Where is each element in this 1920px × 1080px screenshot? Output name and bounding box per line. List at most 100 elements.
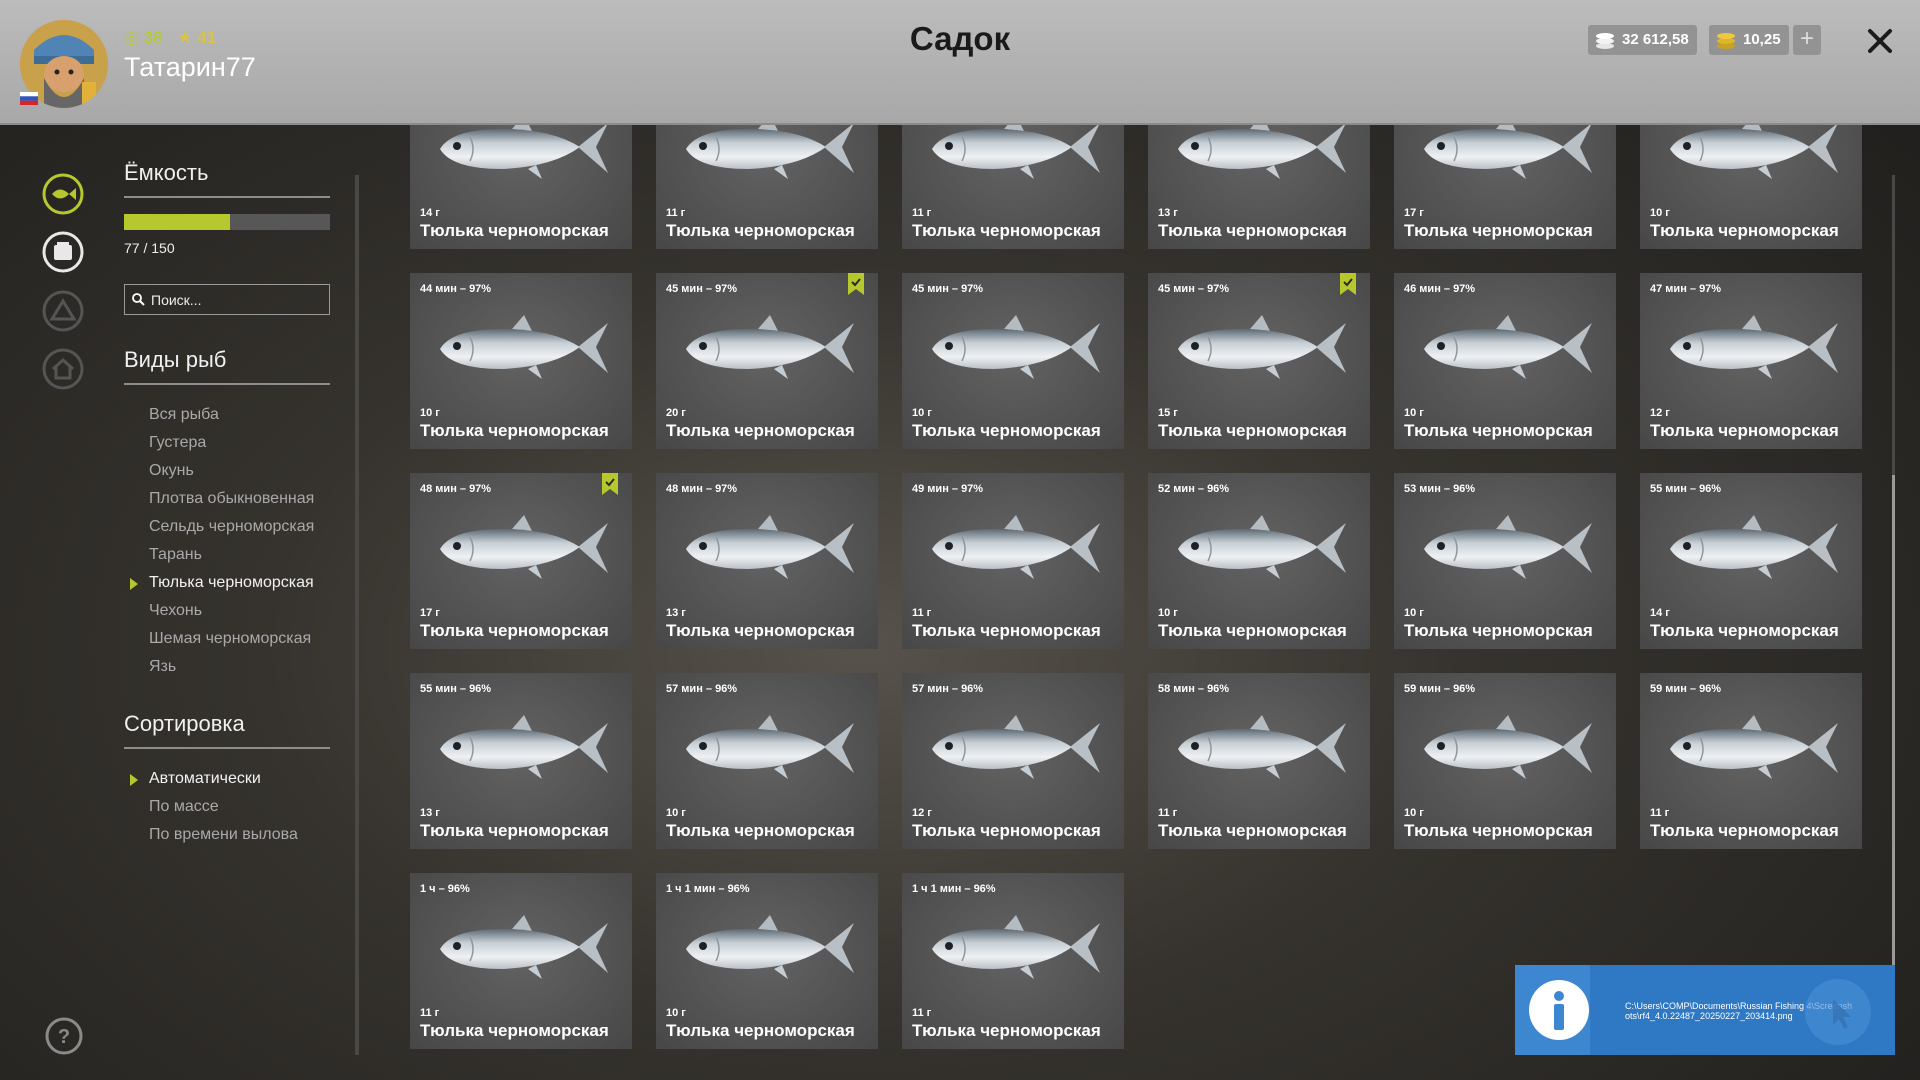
fish-card[interactable]: 52 мин – 96% 10 г Тюлька черноморская xyxy=(1148,473,1370,649)
fish-card[interactable]: 1 ч 1 мин – 96% 11 г Тюлька черноморская xyxy=(902,873,1124,1049)
fish-image xyxy=(440,515,608,579)
cooler-icon[interactable] xyxy=(42,231,84,273)
close-icon[interactable] xyxy=(1863,24,1897,58)
fish-card[interactable]: 13 г Тюлька черноморская xyxy=(1148,125,1370,249)
screenshot-notification[interactable]: C:\Users\COMP\Documents\Russian Fishing … xyxy=(1515,965,1895,1055)
sidebar-divider xyxy=(355,175,359,1055)
species-item-label: Язь xyxy=(149,658,177,675)
fish-card[interactable]: 14 г Тюлька черноморская xyxy=(410,125,632,249)
fish-card[interactable]: 57 мин – 96% 12 г Тюлька черноморская xyxy=(902,673,1124,849)
species-item[interactable]: Чехонь xyxy=(124,597,330,625)
fish-card[interactable]: 11 г Тюлька черноморская xyxy=(902,125,1124,249)
species-item[interactable]: Окунь xyxy=(124,457,330,485)
fish-image xyxy=(440,915,608,979)
fish-name: Тюлька черноморская xyxy=(912,421,1101,440)
fish-card[interactable]: 53 мин – 96% 10 г Тюлька черноморская xyxy=(1394,473,1616,649)
fish-name: Тюлька черноморская xyxy=(666,821,855,840)
tent-icon[interactable] xyxy=(42,290,84,332)
fish-card[interactable]: 1 ч 1 мин – 96% 10 г Тюлька черноморская xyxy=(656,873,878,1049)
fish-weight: 10 г xyxy=(1404,607,1424,619)
fish-name: Тюлька черноморская xyxy=(420,421,609,440)
fish-card[interactable]: 59 мин – 96% 11 г Тюлька черноморская xyxy=(1640,673,1862,849)
fish-card[interactable]: 47 мин – 97% 12 г Тюлька черноморская xyxy=(1640,273,1862,449)
fish-image xyxy=(932,515,1100,579)
fish-card[interactable]: 17 г Тюлька черноморская xyxy=(1394,125,1616,249)
catch-time-freshness: 49 мин – 97% xyxy=(912,483,984,495)
catch-time-freshness: 46 мин – 97% xyxy=(1404,283,1476,295)
catch-time-freshness: 1 ч 1 мин – 96% xyxy=(666,883,750,895)
selected-arrow-icon xyxy=(130,578,138,590)
fish-name: Тюлька черноморская xyxy=(912,1021,1101,1040)
silver-coins-icon xyxy=(1596,33,1614,49)
fish-weight: 17 г xyxy=(1404,207,1424,219)
species-item[interactable]: Тарань xyxy=(124,541,330,569)
species-item[interactable]: Язь xyxy=(124,653,330,681)
fish-card[interactable]: 45 мин – 97% 15 г Тюлька черноморская xyxy=(1148,273,1370,449)
fish-keepnet-icon[interactable] xyxy=(42,173,84,215)
species-item[interactable]: Вся рыба xyxy=(124,401,330,429)
fish-card[interactable]: 46 мин – 97% 10 г Тюлька черноморская xyxy=(1394,273,1616,449)
gold-balance: 10,25 xyxy=(1709,25,1789,55)
filter-sidebar: Ёмкость 77 / 150 Виды рыб Вся рыба Густер… xyxy=(124,160,330,849)
fish-card[interactable]: 10 г Тюлька черноморская xyxy=(1640,125,1862,249)
sort-option[interactable]: По массе xyxy=(124,793,330,821)
species-item[interactable]: Густера xyxy=(124,429,330,457)
fish-weight: 20 г xyxy=(666,407,686,419)
home-icon[interactable] xyxy=(42,348,84,390)
species-item[interactable]: Плотва обыкновенная xyxy=(124,485,330,513)
fish-weight: 12 г xyxy=(1650,407,1670,419)
fish-card[interactable]: 57 мин – 96% 10 г Тюлька черноморская xyxy=(656,673,878,849)
fish-name: Тюлька черноморская xyxy=(420,621,609,640)
fish-card[interactable]: 55 мин – 96% 14 г Тюлька черноморская xyxy=(1640,473,1862,649)
fish-name: Тюлька черноморская xyxy=(420,821,609,840)
fish-grid: 14 г Тюлька черноморская 11 г Тюлька черном… xyxy=(410,125,1862,1055)
bookmark-check-icon[interactable] xyxy=(602,473,618,495)
fish-image xyxy=(440,315,608,379)
notification-icon-box xyxy=(1515,965,1590,1055)
fish-card[interactable]: 49 мин – 97% 11 г Тюлька черноморская xyxy=(902,473,1124,649)
sort-title: Сортировка xyxy=(124,711,330,749)
fish-weight: 11 г xyxy=(912,1007,932,1019)
fish-card[interactable]: 45 мин – 97% 20 г Тюлька черноморская xyxy=(656,273,878,449)
sort-option[interactable]: По времени вылова xyxy=(124,821,330,849)
fish-name: Тюлька черноморская xyxy=(912,621,1101,640)
catch-time-freshness: 48 мин – 97% xyxy=(420,483,492,495)
species-list: Вся рыба Густера Окунь Плотва обыкновенная С… xyxy=(124,401,330,681)
add-currency-button[interactable]: + xyxy=(1793,25,1821,55)
fish-name: Тюлька черноморская xyxy=(1404,621,1593,640)
bookmark-check-icon[interactable] xyxy=(848,273,864,295)
fish-weight: 14 г xyxy=(1650,607,1670,619)
fish-card[interactable]: 59 мин – 96% 10 г Тюлька черноморская xyxy=(1394,673,1616,849)
fish-name: Тюлька черноморская xyxy=(666,421,855,440)
help-icon[interactable]: ? xyxy=(44,1016,84,1056)
catch-time-freshness: 44 мин – 97% xyxy=(420,283,492,295)
species-item[interactable]: Сельдь черноморская xyxy=(124,513,330,541)
fish-name: Тюлька черноморская xyxy=(912,821,1101,840)
fish-card[interactable]: 58 мин – 96% 11 г Тюлька черноморская xyxy=(1148,673,1370,849)
fish-name: Тюлька черноморская xyxy=(1158,421,1347,440)
fish-image xyxy=(1178,515,1346,579)
fish-card[interactable]: 44 мин – 97% 10 г Тюлька черноморская xyxy=(410,273,632,449)
search-input[interactable] xyxy=(151,285,327,314)
top-bar: ◎ 38 ★ 41 Татарин77 Садок 32 612,58 10,2… xyxy=(0,0,1920,125)
search-box[interactable] xyxy=(124,284,330,315)
fish-weight: 10 г xyxy=(666,1007,686,1019)
bookmark-check-icon[interactable] xyxy=(1340,273,1356,295)
fish-weight: 13 г xyxy=(666,607,686,619)
fish-card[interactable]: 55 мин – 96% 13 г Тюлька черноморская xyxy=(410,673,632,849)
silver-balance: 32 612,58 xyxy=(1588,25,1697,55)
fish-name: Тюлька черноморская xyxy=(1404,821,1593,840)
sort-option[interactable]: Автоматически xyxy=(124,765,330,793)
fish-card[interactable]: 48 мин – 97% 17 г Тюлька черноморская xyxy=(410,473,632,649)
fish-card[interactable]: 48 мин – 97% 13 г Тюлька черноморская xyxy=(656,473,878,649)
fish-weight: 14 г xyxy=(420,207,440,219)
fish-card[interactable]: 1 ч – 96% 11 г Тюлька черноморская xyxy=(410,873,632,1049)
fish-card[interactable]: 11 г Тюлька черноморская xyxy=(656,125,878,249)
species-item[interactable]: Тюлька черноморская xyxy=(124,569,330,597)
fish-image xyxy=(1424,125,1592,179)
fish-image xyxy=(1424,315,1592,379)
fish-weight: 11 г xyxy=(666,207,686,219)
fish-card[interactable]: 45 мин – 97% 10 г Тюлька черноморская xyxy=(902,273,1124,449)
fish-image xyxy=(1424,515,1592,579)
species-item[interactable]: Шемая черноморская xyxy=(124,625,330,653)
